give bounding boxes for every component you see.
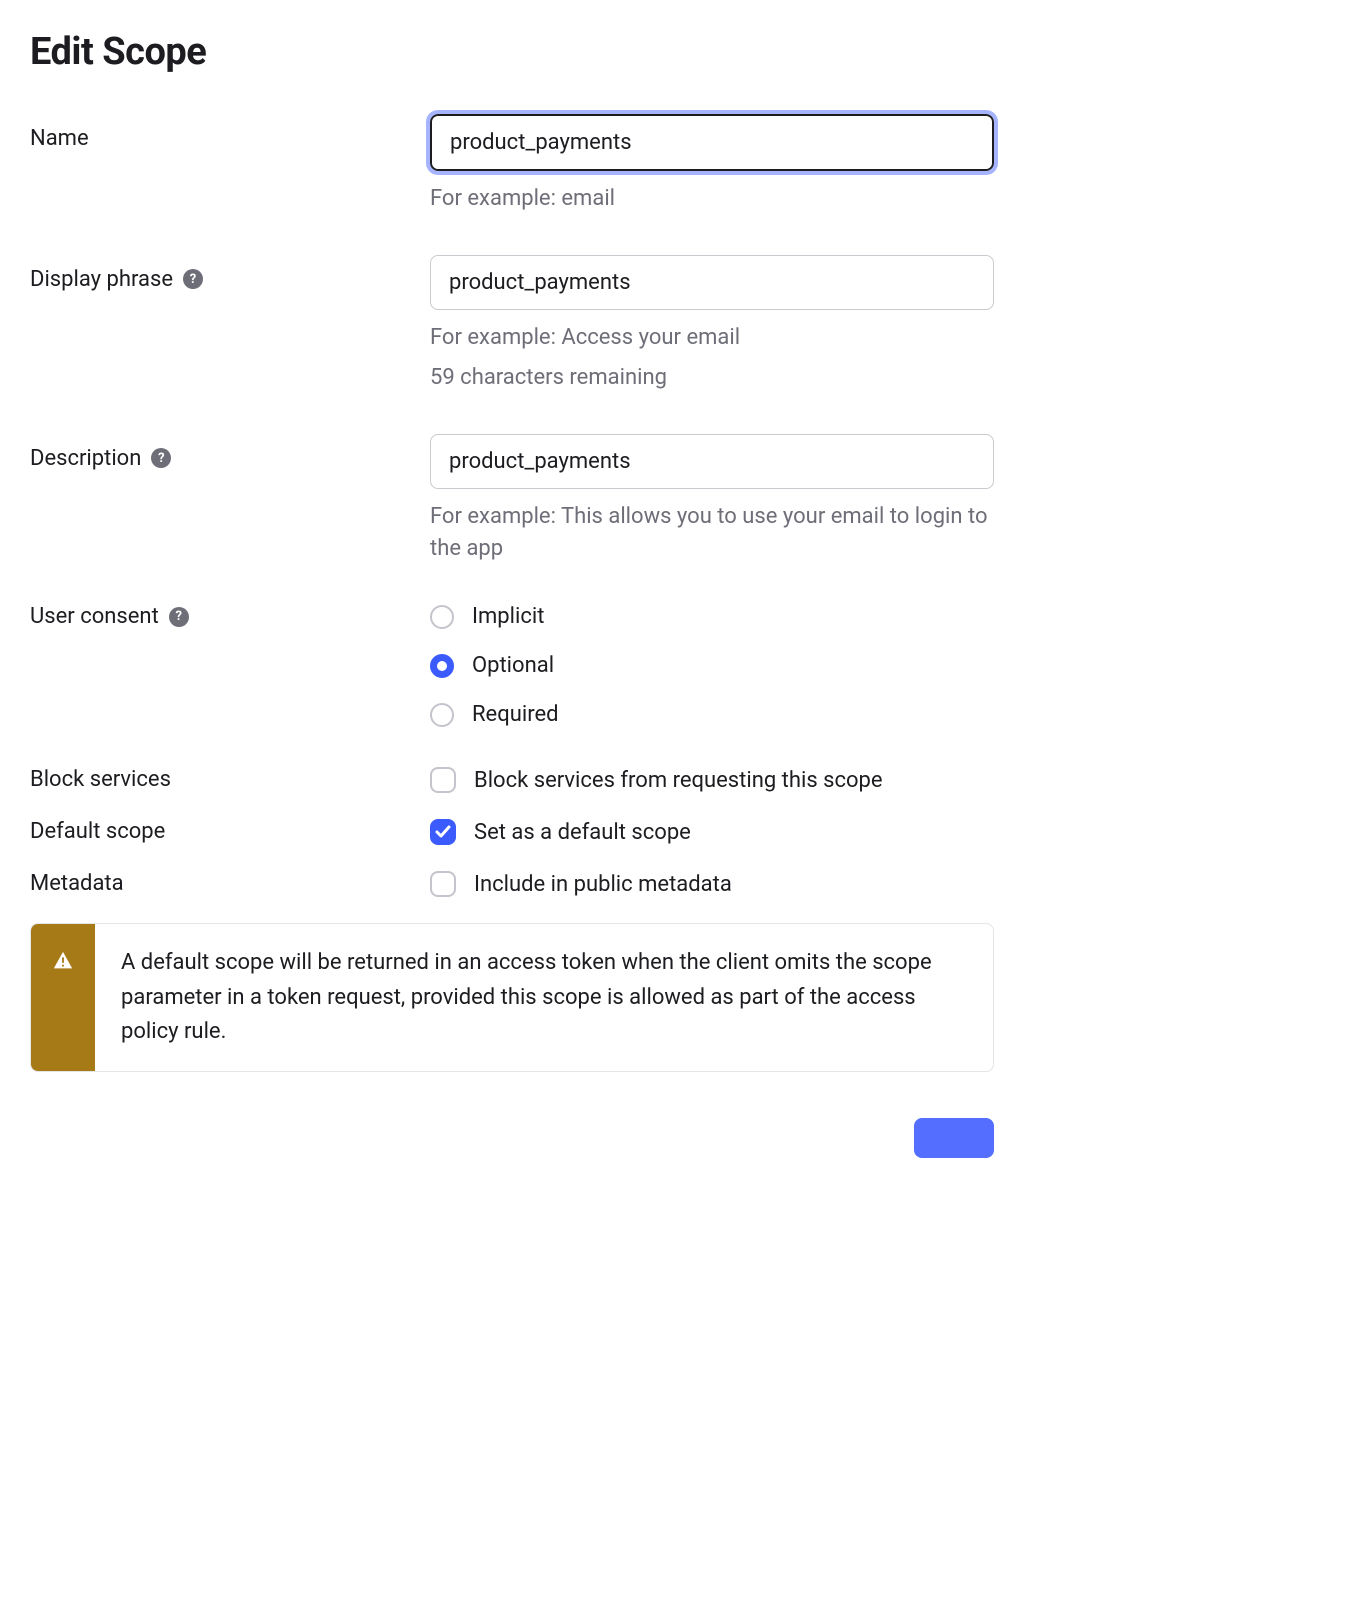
help-icon[interactable]: ?: [169, 607, 189, 627]
display-phrase-counter: 59 characters remaining: [430, 362, 994, 394]
row-description: Description ? For example: This allows y…: [30, 434, 994, 565]
help-icon[interactable]: ?: [151, 448, 171, 468]
radio-icon: [430, 654, 454, 678]
row-default-scope: Default scope Set as a default scope: [30, 819, 994, 845]
row-metadata: Metadata Include in public metadata: [30, 871, 994, 897]
label-user-consent: User consent: [30, 604, 159, 629]
checkbox-label: Block services from requesting this scop…: [474, 768, 883, 793]
description-hint: For example: This allows you to use your…: [430, 501, 994, 565]
label-display-phrase: Display phrase: [30, 267, 173, 292]
radio-label: Optional: [472, 653, 554, 678]
radio-label: Required: [472, 702, 559, 727]
primary-button[interactable]: [914, 1118, 994, 1158]
checkbox-label: Set as a default scope: [474, 820, 691, 845]
radio-icon: [430, 703, 454, 727]
warning-icon: [52, 950, 74, 972]
label-name: Name: [30, 126, 89, 151]
checkbox-icon: [430, 819, 456, 845]
help-icon[interactable]: ?: [183, 269, 203, 289]
form-footer: [30, 1118, 994, 1158]
row-user-consent: User consent ? Implicit Optional Require…: [30, 604, 994, 727]
label-metadata: Metadata: [30, 871, 124, 896]
name-input[interactable]: [430, 114, 994, 171]
display-phrase-hint: For example: Access your email: [430, 322, 994, 354]
row-display-phrase: Display phrase ? For example: Access you…: [30, 255, 994, 394]
description-input[interactable]: [430, 434, 994, 489]
alert-bar: [31, 924, 95, 1070]
label-description: Description: [30, 446, 141, 471]
checkbox-default-scope[interactable]: Set as a default scope: [430, 819, 994, 845]
radio-label: Implicit: [472, 604, 544, 629]
radio-implicit[interactable]: Implicit: [430, 604, 994, 629]
page-title: Edit Scope: [30, 30, 994, 74]
radio-icon: [430, 605, 454, 629]
warning-alert: A default scope will be returned in an a…: [30, 923, 994, 1071]
radio-optional[interactable]: Optional: [430, 653, 994, 678]
checkbox-icon: [430, 871, 456, 897]
alert-text: A default scope will be returned in an a…: [95, 924, 993, 1070]
checkbox-metadata[interactable]: Include in public metadata: [430, 871, 994, 897]
user-consent-radio-group: Implicit Optional Required: [430, 604, 994, 727]
check-icon: [435, 824, 451, 840]
radio-required[interactable]: Required: [430, 702, 994, 727]
label-default-scope: Default scope: [30, 819, 165, 844]
name-hint: For example: email: [430, 183, 994, 215]
row-block-services: Block services Block services from reque…: [30, 767, 994, 793]
checkbox-label: Include in public metadata: [474, 872, 732, 897]
checkbox-block-services[interactable]: Block services from requesting this scop…: [430, 767, 994, 793]
display-phrase-input[interactable]: [430, 255, 994, 310]
checkbox-icon: [430, 767, 456, 793]
row-name: Name For example: email: [30, 114, 994, 215]
label-block-services: Block services: [30, 767, 171, 792]
